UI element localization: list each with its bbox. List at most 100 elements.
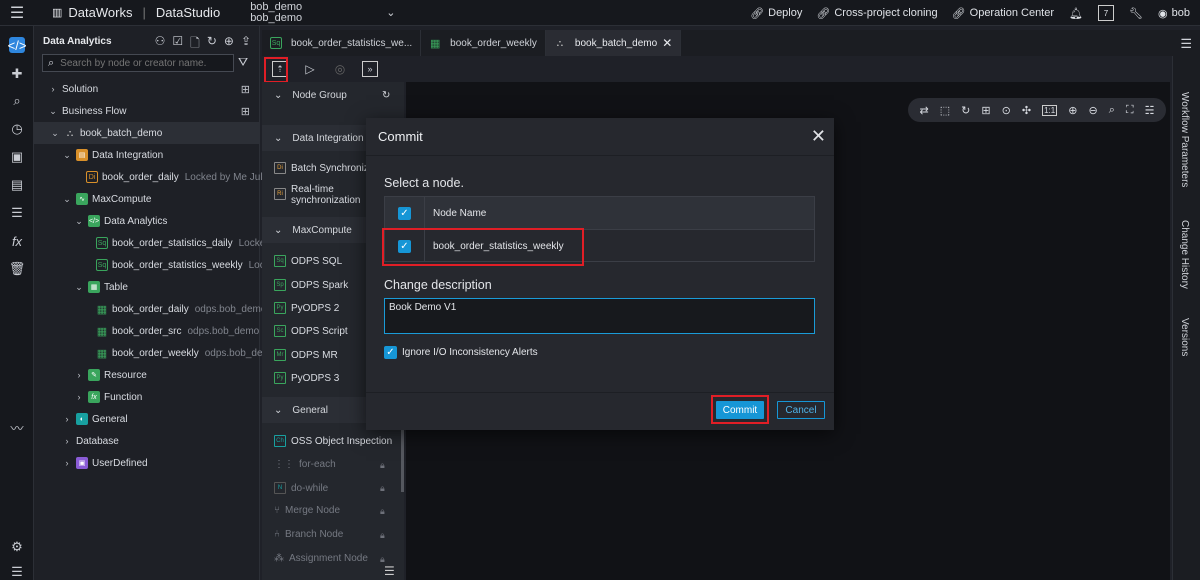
layout-icon[interactable]: ✣ bbox=[1022, 104, 1031, 117]
locate-icon[interactable]: ⊕ bbox=[224, 34, 234, 55]
node-batch-sync[interactable]: Di Batch Synchroniza bbox=[274, 162, 374, 174]
tree-item-book-order-statistics-weekly[interactable]: Sqbook_order_statistics_weeklyLocke bbox=[96, 254, 275, 276]
workspace-selector[interactable]: bob_demo bob_demo bbox=[250, 1, 302, 24]
operation-center-link[interactable]: 🔗︎ Operation Center bbox=[952, 7, 1054, 20]
tree-item-maxcompute[interactable]: ⌄ ∿ MaxCompute bbox=[62, 188, 151, 210]
puzzle-icon[interactable]: ✚ bbox=[9, 66, 25, 82]
table-icon[interactable]: ▤ bbox=[9, 177, 25, 193]
grid-view-icon[interactable]: ⊞ bbox=[241, 83, 250, 96]
grid-view-icon[interactable]: ⊞ bbox=[241, 105, 250, 118]
checkmark-icon[interactable]: ✓ bbox=[384, 346, 397, 359]
select-all-checkbox[interactable]: ✓ bbox=[385, 197, 425, 229]
tree-item-data-analytics[interactable]: ⌄ </> Data Analytics bbox=[74, 210, 167, 232]
ignore-alerts-option[interactable]: ✓ Ignore I/O Inconsistency Alerts bbox=[384, 346, 538, 359]
close-icon[interactable]: ✕ bbox=[662, 36, 672, 50]
node-odps-mr[interactable]: Mr ODPS MR bbox=[274, 349, 338, 361]
deploy-link[interactable]: 🔗︎ Deploy bbox=[750, 7, 802, 20]
change-history-tab[interactable]: Change History bbox=[1179, 220, 1190, 289]
assignment-icon: ⁂ bbox=[274, 553, 284, 564]
workflow-parameters-tab[interactable]: Workflow Parameters bbox=[1179, 92, 1190, 187]
user-menu[interactable]: ◉ bob bbox=[1158, 7, 1190, 20]
tree-item-book-batch-demo[interactable]: ⌄ ⛬ book_batch_demo bbox=[34, 122, 260, 144]
refresh-icon[interactable]: ↻ bbox=[961, 104, 970, 117]
tab-menu-icon[interactable]: ☰ bbox=[1180, 36, 1192, 52]
stop-icon[interactable]: ◎ bbox=[332, 61, 348, 77]
tree-item-database[interactable]: › Database bbox=[62, 430, 119, 452]
tree-item-book-order-daily-di[interactable]: Di book_order_daily Locked by Me Jul 29 bbox=[86, 166, 276, 188]
tree-item-general[interactable]: › ◐ General bbox=[62, 408, 128, 430]
node-oss-inspection[interactable]: Ch OSS Object Inspection bbox=[274, 435, 392, 447]
bell-icon[interactable]: 🔔︎ bbox=[1068, 5, 1084, 21]
user-filter-icon[interactable]: ⚇ bbox=[155, 34, 166, 55]
tab-book-batch-demo[interactable]: ⛬ book_batch_demo ✕ bbox=[545, 30, 682, 56]
python-node-icon: Py bbox=[274, 302, 286, 314]
fullscreen-icon[interactable]: ⛶ bbox=[1126, 104, 1134, 117]
swap-icon[interactable]: ⇄ bbox=[920, 104, 929, 117]
node-pyodps2[interactable]: Py PyODPS 2 bbox=[274, 302, 339, 314]
target-icon[interactable]: ⊙ bbox=[1002, 104, 1011, 117]
node-odps-script[interactable]: Sc ODPS Script bbox=[274, 325, 348, 337]
tab-book-order-weekly[interactable]: ▦ book_order_weekly bbox=[421, 30, 546, 56]
function-icon[interactable]: fx bbox=[9, 233, 25, 249]
search-icon[interactable]: ⌕ bbox=[1109, 104, 1115, 117]
new-file-icon[interactable]: 🗋︎ bbox=[190, 34, 200, 55]
hamburger-menu-icon[interactable]: ☰ bbox=[0, 0, 34, 26]
code-review-icon[interactable]: ☑ bbox=[172, 34, 183, 55]
clock-icon[interactable]: ◷ bbox=[9, 121, 25, 137]
tree-item-table-book-order-daily[interactable]: ▦ book_order_daily odps.bob_demo bbox=[96, 298, 267, 320]
select-icon[interactable]: ⬚ bbox=[940, 104, 950, 117]
cancel-button[interactable]: Cancel bbox=[777, 401, 825, 419]
grid-icon[interactable]: ⊞ bbox=[981, 104, 990, 117]
table-header: ✓ Node Name bbox=[385, 197, 814, 230]
node-pyodps3[interactable]: Py PyODPS 3 bbox=[274, 372, 339, 384]
script-node-icon: Sc bbox=[274, 325, 286, 337]
node-realtime-sync[interactable]: Ri Real-time synchronization bbox=[274, 184, 360, 206]
tree-item-business-flow[interactable]: ⌄ Business Flow bbox=[48, 100, 126, 122]
settings-icon[interactable]: ⚙ bbox=[9, 539, 25, 555]
collapse-menu-icon[interactable]: ☰ bbox=[9, 564, 25, 580]
versions-tab[interactable]: Versions bbox=[1179, 318, 1190, 356]
format-icon[interactable]: ☵ bbox=[1145, 104, 1155, 117]
node-odps-spark[interactable]: Sp ODPS Spark bbox=[274, 279, 348, 291]
tree-item-userdefined[interactable]: › ▣ UserDefined bbox=[62, 452, 148, 474]
trash-icon[interactable]: 🗑︎ bbox=[9, 261, 26, 277]
list-icon[interactable]: ☰ bbox=[9, 205, 25, 221]
tree-item-resource[interactable]: › ✎ Resource bbox=[74, 364, 147, 386]
node-for-each: ⋮⋮ for-each bbox=[274, 459, 336, 470]
tree-item-table[interactable]: ⌄ ▦ Table bbox=[74, 276, 128, 298]
search-icon[interactable]: ⌕ bbox=[9, 93, 25, 109]
briefcase-icon[interactable]: ▣ bbox=[9, 149, 25, 165]
collapse-list-icon[interactable]: ☰ bbox=[384, 564, 395, 578]
tree-item-solution[interactable]: › Solution bbox=[48, 78, 99, 100]
refresh-icon[interactable]: ↻ bbox=[207, 34, 217, 55]
activity-icon[interactable]: 〰 bbox=[9, 419, 25, 436]
tab-book-order-statistics-weekly[interactable]: Sq book_order_statistics_we... bbox=[262, 30, 422, 56]
node-odps-sql[interactable]: Sq ODPS SQL bbox=[274, 255, 342, 267]
deploy-icon[interactable]: » bbox=[362, 61, 378, 77]
tree-item-function[interactable]: › fx Function bbox=[74, 386, 142, 408]
filter-icon[interactable]: ⛛ bbox=[238, 55, 248, 70]
tab-label: book_batch_demo bbox=[574, 37, 658, 49]
search-input[interactable] bbox=[60, 57, 221, 69]
run-icon[interactable]: ▷ bbox=[302, 61, 318, 77]
calendar-icon[interactable]: 7 bbox=[1098, 5, 1115, 21]
zoom-in-icon[interactable]: ⊕ bbox=[1068, 104, 1077, 117]
node-label: OSS Object Inspection bbox=[291, 435, 393, 447]
node-group-header[interactable]: ⌄ Node Group ↻ bbox=[262, 82, 404, 108]
refresh-icon[interactable]: ↻ bbox=[382, 90, 390, 101]
zoom-out-icon[interactable]: ⊖ bbox=[1088, 104, 1097, 117]
chevron-down-icon[interactable]: ⌄ bbox=[386, 6, 395, 19]
import-icon[interactable]: ⇪ bbox=[241, 34, 251, 55]
chevron-down-icon: ⌄ bbox=[274, 224, 283, 236]
cross-project-link[interactable]: 🔗︎ Cross-project cloning bbox=[816, 7, 937, 20]
change-description-field[interactable]: Book Demo V1 bbox=[384, 298, 815, 334]
wrench-icon[interactable]: 🔧︎ bbox=[1128, 5, 1144, 21]
tree-item-table-book-order-weekly[interactable]: ▦ book_order_weekly odps.bob_demo bbox=[96, 342, 277, 364]
tree-item-book-order-statistics-daily[interactable]: Sq book_order_statistics_daily Locked bbox=[96, 232, 271, 254]
tree-item-table-book-order-src[interactable]: ▦ book_order_src odps.bob_demo bbox=[96, 320, 259, 342]
data-analytics-icon[interactable]: </> bbox=[8, 37, 26, 53]
tree-item-data-integration[interactable]: ⌄ ▤ Data Integration bbox=[62, 144, 163, 166]
close-icon[interactable]: ✕ bbox=[811, 126, 826, 147]
product-name[interactable]: DataStudio bbox=[156, 5, 220, 20]
one-to-one-icon[interactable]: 1:1 bbox=[1042, 104, 1058, 116]
